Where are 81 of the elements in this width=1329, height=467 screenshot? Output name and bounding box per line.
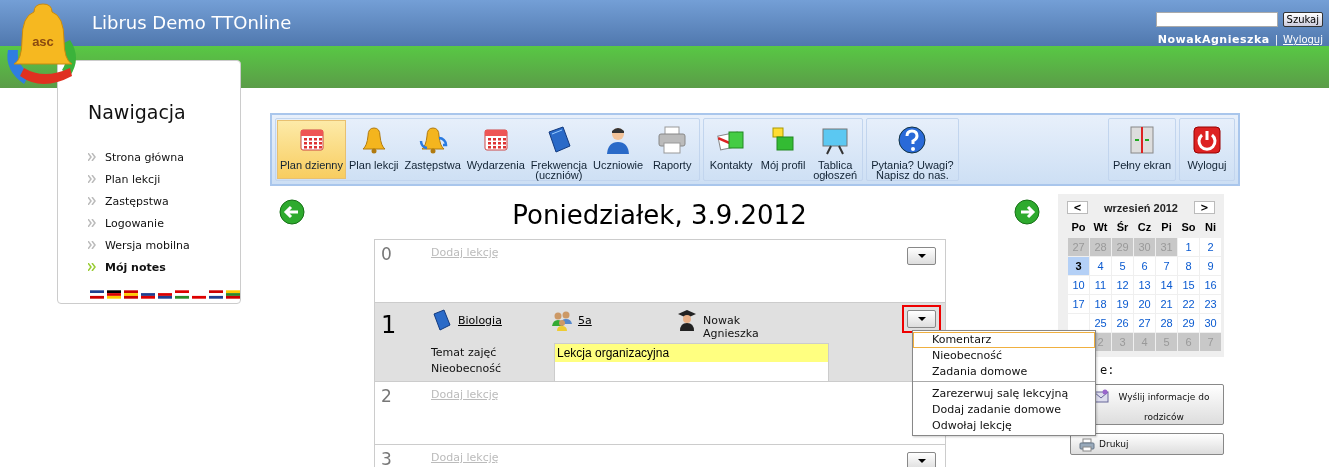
day-title: Poniedziałek, 3.9.2012	[511, 200, 808, 230]
toolbar-button[interactable]: Pełny ekran	[1109, 120, 1174, 179]
toolbar-button[interactable]: Frekwencja (uczniów)	[527, 120, 590, 179]
weekday-label: So	[1180, 221, 1197, 235]
print-button[interactable]: Drukuj	[1070, 433, 1224, 455]
calendar-day[interactable]: 23	[1200, 295, 1221, 313]
topic-field[interactable]: Lekcja organizacyjna	[555, 344, 828, 362]
calendar-day[interactable]: 2	[1200, 238, 1221, 256]
calendar-day[interactable]: 22	[1178, 295, 1199, 313]
field-label: Nieobecność	[431, 361, 503, 377]
search-button[interactable]: Szukaj	[1282, 12, 1323, 27]
calendar-day[interactable]: 25	[1090, 314, 1111, 332]
month-title: wrzesień 2012	[1104, 201, 1178, 214]
panel-title: Nawigacja	[88, 101, 187, 123]
toolbar-button[interactable]: Pytania? Uwagi? Napisz do nas.	[868, 120, 957, 179]
next-month-button[interactable]: >	[1194, 201, 1215, 214]
logout-link[interactable]: Wyloguj	[1283, 34, 1323, 45]
calendar-day[interactable]: 4	[1090, 257, 1111, 275]
toolbar-button[interactable]: Mój profil	[757, 120, 810, 179]
nav-link[interactable]: Strona główna	[105, 150, 185, 164]
calendar-day[interactable]: 6	[1134, 257, 1155, 275]
toolbar-button[interactable]: Raporty	[646, 120, 699, 179]
toolbar-button[interactable]: Tablica ogłoszeń	[809, 120, 862, 179]
toolbar-button[interactable]: Wydarzenia	[463, 120, 528, 179]
previous-month-button[interactable]: <	[1067, 201, 1088, 214]
calendar-day[interactable]: 11	[1090, 276, 1111, 294]
calendar-day[interactable]: 20	[1134, 295, 1155, 313]
calendar-day[interactable]: 9	[1200, 257, 1221, 275]
calendar-day[interactable]: 1	[1178, 238, 1199, 256]
lesson-number: 3	[381, 449, 393, 467]
nav-link[interactable]: Wersja mobilna	[105, 238, 190, 252]
calendar-day[interactable]: 28	[1156, 314, 1177, 332]
calendar-day[interactable]: 26	[1112, 314, 1133, 332]
app-title: Librus Demo TTOnline	[92, 12, 292, 33]
toolbar-button[interactable]: Zastępstwa	[401, 120, 464, 179]
lesson-number: 2	[381, 386, 393, 406]
toolbar-button[interactable]: Uczniowie	[590, 120, 647, 179]
calendar-day[interactable]: 16	[1200, 276, 1221, 294]
calendar-day[interactable]: 19	[1112, 295, 1133, 313]
subject-link[interactable]: Biologia	[458, 314, 502, 327]
calendar-day[interactable]: 27	[1134, 314, 1155, 332]
weekday-label: Pi	[1160, 221, 1173, 235]
weekday-label: Wt	[1092, 221, 1109, 235]
weekday-label: Cz	[1136, 221, 1153, 235]
calendar-day[interactable]: 8	[1178, 257, 1199, 275]
nav-link[interactable]: Plan lekcji	[105, 172, 161, 186]
field-label: Temat zajęć	[431, 345, 498, 361]
section-label: e:	[1100, 363, 1116, 377]
lesson-number: 0	[381, 244, 393, 264]
calendar-day[interactable]: 5	[1112, 257, 1133, 275]
calendar-day[interactable]: 21	[1156, 295, 1177, 313]
calendar-day[interactable]: 7	[1156, 257, 1177, 275]
calendar-day[interactable]: 13	[1134, 276, 1155, 294]
lesson-number: 1	[381, 311, 398, 339]
calendar-day[interactable]: 18	[1090, 295, 1111, 313]
calendar-day[interactable]: 15	[1178, 276, 1199, 294]
nav-link[interactable]: Logowanie	[105, 216, 164, 230]
separator-text: |	[1274, 34, 1278, 45]
calendar-day[interactable]: 30	[1200, 314, 1221, 332]
toolbar-button[interactable]: Plan dzienny	[277, 120, 346, 179]
weekday-label: Śr	[1115, 221, 1130, 235]
nav-link[interactable]: Mój notes	[105, 260, 166, 274]
menu-item[interactable]: Zadania domowe	[913, 364, 1095, 380]
menu-item[interactable]: Komentarz	[913, 332, 1095, 348]
toolbar-button[interactable]: Kontakty	[705, 120, 758, 179]
user-name: NowakAgnieszka	[1157, 33, 1270, 46]
calendar-day[interactable]: 10	[1068, 276, 1089, 294]
calendar-day[interactable]: 29	[1178, 314, 1199, 332]
weekday-label: Ni	[1204, 221, 1217, 235]
calendar-day[interactable]: 17	[1068, 295, 1089, 313]
teacher-name: Nowak Agnieszka	[703, 314, 760, 340]
weekday-label: Po	[1070, 221, 1087, 235]
nav-link[interactable]: Zastępstwa	[105, 194, 169, 208]
bell-logo: asc	[0, 0, 86, 92]
calendar-day[interactable]: 3	[1068, 257, 1089, 275]
toolbar-button[interactable]: Plan lekcji	[346, 120, 402, 179]
toolbar-button[interactable]: Wyloguj	[1181, 120, 1233, 179]
calendar-day[interactable]: 12	[1112, 276, 1133, 294]
class-link[interactable]: 5a	[578, 314, 592, 327]
menu-item[interactable]: Nieobecność	[913, 348, 1095, 364]
calendar-day[interactable]: 14	[1156, 276, 1177, 294]
